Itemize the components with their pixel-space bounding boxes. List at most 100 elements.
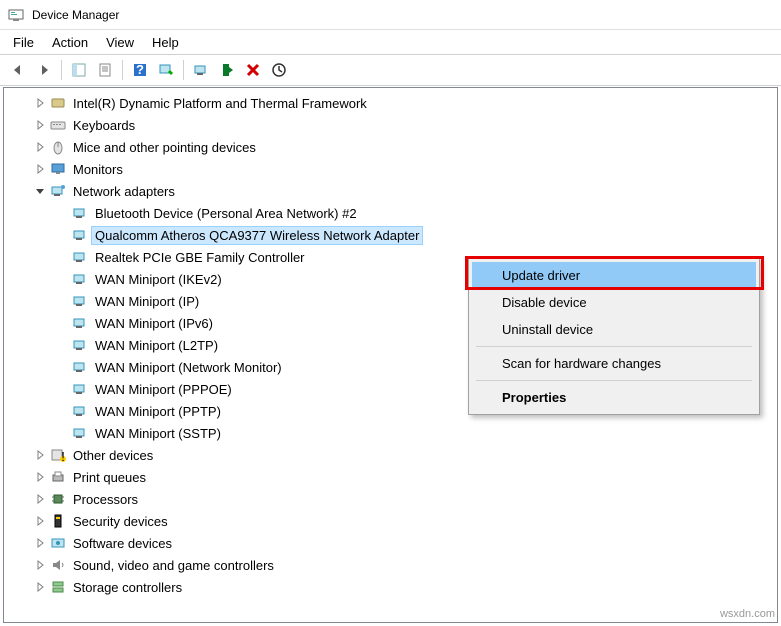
cpu-icon: [50, 491, 66, 507]
tree-node-label: WAN Miniport (L2TP): [92, 337, 221, 354]
disable-device-button[interactable]: [267, 58, 291, 82]
printer-icon: [50, 469, 66, 485]
expand-icon[interactable]: [32, 469, 48, 485]
monitor-icon: [50, 161, 66, 177]
expand-icon: [54, 425, 70, 441]
tree-node-label: WAN Miniport (SSTP): [92, 425, 224, 442]
svg-text:!: !: [61, 449, 65, 463]
context-menu: Update driver Disable device Uninstall d…: [468, 258, 760, 415]
enable-device-button[interactable]: [215, 58, 239, 82]
netchild-icon: [72, 227, 88, 243]
tree-node-label: Realtek PCIe GBE Family Controller: [92, 249, 308, 266]
context-properties[interactable]: Properties: [472, 384, 756, 411]
device-manager-icon: [8, 7, 24, 23]
tree-node-label: WAN Miniport (PPTP): [92, 403, 224, 420]
expand-icon[interactable]: [32, 557, 48, 573]
scan-hardware-button[interactable]: [154, 58, 178, 82]
tree-node-label: Monitors: [70, 161, 126, 178]
expand-icon: [54, 205, 70, 221]
tree-node[interactable]: Keyboards: [4, 114, 777, 136]
keyboard-icon: [50, 117, 66, 133]
tree-node-label: Print queues: [70, 469, 149, 486]
network-icon: [50, 183, 66, 199]
update-driver-button[interactable]: [189, 58, 213, 82]
tree-node-label: Qualcomm Atheros QCA9377 Wireless Networ…: [92, 227, 422, 244]
toolbar-separator: [183, 60, 184, 80]
expand-icon[interactable]: [32, 117, 48, 133]
toolbar-separator: [61, 60, 62, 80]
expand-icon: [54, 315, 70, 331]
tree-node[interactable]: Monitors: [4, 158, 777, 180]
netchild-icon: [72, 315, 88, 331]
tree-node-label: Mice and other pointing devices: [70, 139, 259, 156]
context-separator: [476, 380, 752, 381]
context-uninstall-device[interactable]: Uninstall device: [472, 316, 756, 343]
context-scan-hardware[interactable]: Scan for hardware changes: [472, 350, 756, 377]
toolbar: ?: [0, 54, 781, 86]
tree-node[interactable]: Security devices: [4, 510, 777, 532]
generic-icon: [50, 95, 66, 111]
netchild-icon: [72, 249, 88, 265]
properties-button[interactable]: [93, 58, 117, 82]
uninstall-button[interactable]: [241, 58, 265, 82]
tree-node[interactable]: Intel(R) Dynamic Platform and Thermal Fr…: [4, 92, 777, 114]
expand-icon: [54, 227, 70, 243]
tree-node-label: Software devices: [70, 535, 175, 552]
tree-node[interactable]: Sound, video and game controllers: [4, 554, 777, 576]
tree-node[interactable]: Print queues: [4, 466, 777, 488]
netchild-icon: [72, 293, 88, 309]
tree-node[interactable]: Network adapters: [4, 180, 777, 202]
back-button[interactable]: [6, 58, 30, 82]
expand-icon[interactable]: [32, 447, 48, 463]
software-icon: [50, 535, 66, 551]
expand-icon[interactable]: [32, 535, 48, 551]
tree-node-label: WAN Miniport (PPPOE): [92, 381, 235, 398]
tree-node-label: Keyboards: [70, 117, 138, 134]
show-hide-tree-button[interactable]: [67, 58, 91, 82]
collapse-icon[interactable]: [32, 183, 48, 199]
netchild-icon: [72, 381, 88, 397]
expand-icon: [54, 293, 70, 309]
menu-file[interactable]: File: [4, 33, 43, 52]
tree-node-label: WAN Miniport (IKEv2): [92, 271, 225, 288]
expand-icon[interactable]: [32, 161, 48, 177]
storage-icon: [50, 579, 66, 595]
menu-view[interactable]: View: [97, 33, 143, 52]
tree-node-label: WAN Miniport (IP): [92, 293, 202, 310]
tree-node-label: Intel(R) Dynamic Platform and Thermal Fr…: [70, 95, 370, 112]
forward-button[interactable]: [32, 58, 56, 82]
tree-node-label: Storage controllers: [70, 579, 185, 596]
tree-node[interactable]: Storage controllers: [4, 576, 777, 598]
context-separator: [476, 346, 752, 347]
menu-action[interactable]: Action: [43, 33, 97, 52]
expand-icon: [54, 249, 70, 265]
window-title: Device Manager: [32, 8, 119, 22]
security-icon: [50, 513, 66, 529]
expand-icon[interactable]: [32, 513, 48, 529]
expand-icon[interactable]: [32, 95, 48, 111]
sound-icon: [50, 557, 66, 573]
context-update-driver[interactable]: Update driver: [472, 262, 756, 289]
tree-node[interactable]: Processors: [4, 488, 777, 510]
tree-node[interactable]: Bluetooth Device (Personal Area Network)…: [4, 202, 777, 224]
tree-node[interactable]: !Other devices: [4, 444, 777, 466]
tree-node-label: WAN Miniport (IPv6): [92, 315, 216, 332]
other-icon: !: [50, 447, 66, 463]
menu-bar: File Action View Help: [0, 30, 781, 54]
tree-node-label: Sound, video and game controllers: [70, 557, 277, 574]
svg-text:?: ?: [136, 62, 144, 77]
netchild-icon: [72, 205, 88, 221]
tree-node[interactable]: Mice and other pointing devices: [4, 136, 777, 158]
help-button[interactable]: ?: [128, 58, 152, 82]
expand-icon[interactable]: [32, 491, 48, 507]
expand-icon[interactable]: [32, 579, 48, 595]
tree-node[interactable]: Qualcomm Atheros QCA9377 Wireless Networ…: [4, 224, 777, 246]
mouse-icon: [50, 139, 66, 155]
context-disable-device[interactable]: Disable device: [472, 289, 756, 316]
menu-help[interactable]: Help: [143, 33, 188, 52]
expand-icon: [54, 403, 70, 419]
title-bar: Device Manager: [0, 0, 781, 30]
tree-node[interactable]: Software devices: [4, 532, 777, 554]
tree-node[interactable]: WAN Miniport (SSTP): [4, 422, 777, 444]
expand-icon[interactable]: [32, 139, 48, 155]
